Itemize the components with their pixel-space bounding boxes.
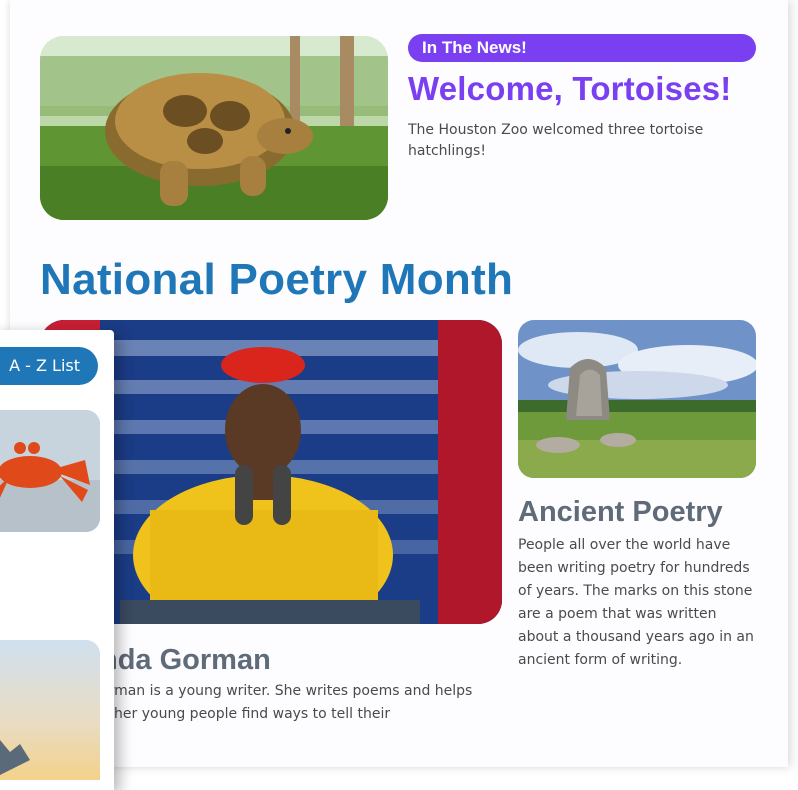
news-description: The Houston Zoo welcomed three tortoise … xyxy=(408,122,704,159)
in-the-news-badge: In The News! xyxy=(408,34,756,62)
crab-thumbnail[interactable] xyxy=(0,410,100,532)
side-title[interactable]: Ancient Poetry xyxy=(518,496,723,529)
ancient-stone-photo[interactable] xyxy=(518,320,756,478)
feature-description: orman is a young writer. She writes poem… xyxy=(100,683,473,722)
news-title[interactable]: Welcome, Tortoises! xyxy=(408,70,732,108)
feature-title[interactable]: nda Gorman xyxy=(100,644,271,677)
landscape-thumbnail[interactable] xyxy=(0,640,100,780)
section-title: National Poetry Month xyxy=(40,255,514,304)
side-description: People all over the world have been writ… xyxy=(518,537,754,668)
a-z-list-button[interactable]: A - Z List xyxy=(0,347,98,385)
tortoise-photo[interactable] xyxy=(40,36,388,220)
